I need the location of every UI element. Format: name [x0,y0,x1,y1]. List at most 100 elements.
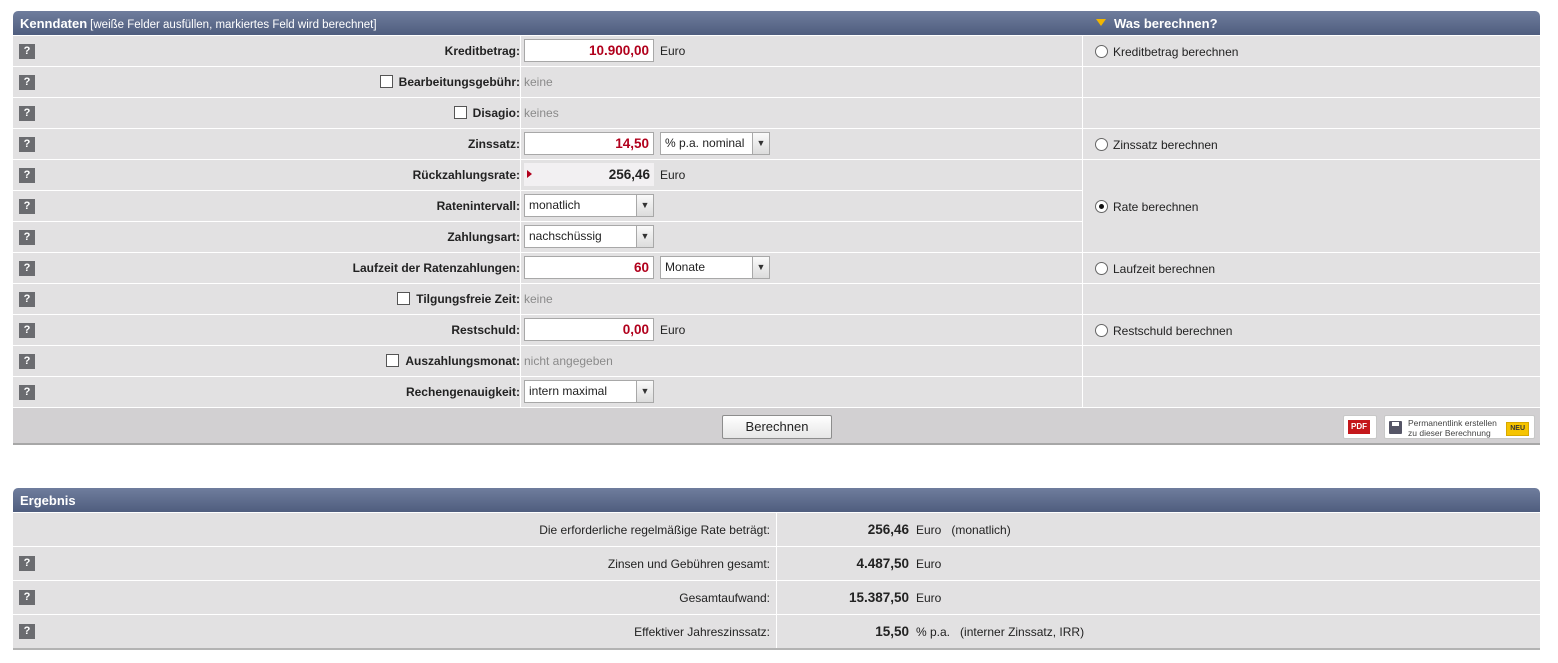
help-icon[interactable]: ? [19,292,35,307]
option-kreditbetrag-label[interactable]: Kreditbetrag berechnen [1113,45,1238,59]
option-laufzeit-label[interactable]: Laufzeit berechnen [1113,262,1215,276]
result-label-rate: Die erforderliche regelmäßige Rate beträ… [539,523,770,537]
option-empty [1083,67,1540,97]
permalink-text-line1: Permanentlink erstellen [1408,418,1497,428]
bearbeitungsgebuehr-value: keine [524,75,553,89]
radio-zinssatz[interactable] [1095,138,1108,151]
result-label-effektivzins: Effektiver Jahreszinssatz: [634,625,770,639]
label-disagio: Disagio: [472,106,520,120]
zinssatz-type-select[interactable]: % p.a. nominal ▼ [660,132,770,155]
help-icon[interactable]: ? [19,106,35,121]
label-auszahlungsmonat: Auszahlungsmonat: [405,354,520,368]
action-bar: Berechnen PDF Permanentlink erstellen zu… [13,407,1540,445]
unit-kreditbetrag: Euro [660,44,686,58]
label-kreditbetrag: Kreditbetrag: [444,44,520,58]
option-laufzeit[interactable]: Laufzeit berechnen [1083,253,1540,283]
radio-kreditbetrag[interactable] [1095,45,1108,58]
result-unit-gesamtaufwand: Euro [916,591,942,605]
help-icon[interactable]: ? [19,44,35,59]
ratenintervall-select[interactable]: monatlich ▼ [524,194,654,217]
label-ratenintervall: Ratenintervall: [436,199,520,213]
radio-laufzeit[interactable] [1095,262,1108,275]
ergebnis-bottom-border [13,648,1540,650]
result-label-gesamtaufwand: Gesamtaufwand: [679,591,770,605]
bearbeitungsgebuehr-checkbox[interactable] [379,75,393,88]
kenndaten-header: Kenndaten [weiße Felder ausfüllen, markie… [13,11,1540,35]
help-icon[interactable]: ? [19,323,35,338]
was-berechnen-header[interactable]: Was berechnen? [1096,16,1218,31]
help-icon[interactable]: ? [19,354,35,369]
berechnen-button[interactable]: Berechnen [722,415,832,439]
rechengenauigkeit-select[interactable]: intern maximal ▼ [524,380,654,403]
label-tilgungsfreie-zeit: Tilgungsfreie Zeit: [416,292,520,306]
triangle-down-icon [1096,19,1106,26]
tilgungsfreie-zeit-checkbox[interactable] [397,292,411,305]
option-empty [1083,346,1540,376]
chevron-down-icon[interactable]: ▼ [752,133,769,154]
result-value-rate: 256,46 [867,522,909,537]
option-kreditbetrag[interactable]: Kreditbetrag berechnen [1083,36,1540,66]
auszahlungsmonat-checkbox[interactable] [386,354,400,367]
chevron-down-icon[interactable]: ▼ [636,195,653,216]
label-rechengenauigkeit: Rechengenauigkeit: [405,385,520,399]
option-empty [1083,284,1540,314]
option-zinssatz[interactable]: Zinssatz berechnen [1083,129,1540,159]
permalink-button[interactable]: Permanentlink erstellen zu dieser Berech… [1384,415,1535,439]
result-unit-zinsen: Euro [916,557,942,571]
disagio-value: keines [524,106,559,120]
pdf-icon: PDF [1348,420,1370,434]
chevron-down-icon[interactable]: ▼ [636,381,653,402]
result-row-rate: Die erforderliche regelmäßige Rate beträ… [13,512,1540,546]
radio-restschuld[interactable] [1095,324,1108,337]
help-icon[interactable]: ? [19,137,35,152]
kreditbetrag-input[interactable]: 10.900,00 [524,39,654,62]
marker-arrow-icon [527,170,532,178]
chevron-down-icon[interactable]: ▼ [636,226,653,247]
label-restschuld: Restschuld: [451,323,520,337]
help-icon[interactable]: ? [19,168,35,183]
laufzeit-unit-select[interactable]: Monate ▼ [660,256,770,279]
pdf-button[interactable]: PDF [1343,415,1377,439]
option-rate-label[interactable]: Rate berechnen [1113,200,1198,214]
zahlungsart-select[interactable]: nachschüssig ▼ [524,225,654,248]
neu-badge: NEU [1506,422,1529,436]
help-icon[interactable]: ? [19,75,35,90]
save-disk-icon [1389,421,1402,434]
laufzeit-input[interactable]: 60 [524,256,654,279]
option-restschuld-label[interactable]: Restschuld berechnen [1113,324,1232,338]
option-rate[interactable]: Rate berechnen [1083,160,1540,252]
option-empty [1083,98,1540,128]
option-zinssatz-label[interactable]: Zinssatz berechnen [1113,138,1218,152]
help-icon[interactable]: ? [19,385,35,400]
disagio-checkbox[interactable] [453,106,467,119]
kenndaten-panel: Kenndaten [weiße Felder ausfüllen, markie… [13,11,1540,445]
result-value-gesamtaufwand: 15.387,50 [848,590,909,605]
radio-rate[interactable] [1095,200,1108,213]
result-label-zinsen: Zinsen und Gebühren gesamt: [607,557,770,571]
restschuld-input[interactable]: 0,00 [524,318,654,341]
chevron-down-icon[interactable]: ▼ [752,257,769,278]
option-restschuld[interactable]: Restschuld berechnen [1083,315,1540,345]
label-rueckzahlungsrate: Rückzahlungsrate: [412,168,520,182]
help-icon[interactable]: ? [19,556,35,571]
ergebnis-panel: Ergebnis Die erforderliche regelmäßige R… [13,488,1540,650]
label-zinssatz: Zinssatz: [467,137,520,151]
unit-rueckzahlungsrate: Euro [660,168,686,182]
result-row-effektivzins: ? Effektiver Jahreszinssatz: 15,50 % p.a… [13,614,1540,648]
result-unit-effektivzins: % p.a. (interner Zinssatz, IRR) [916,625,1085,639]
kenndaten-subtitle: [weiße Felder ausfüllen, markiertes Feld… [90,19,377,31]
auszahlungsmonat-value: nicht angegeben [524,354,613,368]
label-bearbeitungsgebuehr: Bearbeitungsgebühr: [398,75,520,89]
result-row-zinsen: ? Zinsen und Gebühren gesamt: 4.487,50 E… [13,546,1540,580]
ergebnis-header: Ergebnis [13,488,1540,512]
result-value-zinsen: 4.487,50 [856,556,909,571]
help-icon[interactable]: ? [19,230,35,245]
help-icon[interactable]: ? [19,590,35,605]
zinssatz-input[interactable]: 14,50 [524,132,654,155]
help-icon[interactable]: ? [19,261,35,276]
help-icon[interactable]: ? [19,624,35,639]
option-empty [1083,377,1540,407]
help-icon[interactable]: ? [19,199,35,214]
label-zahlungsart: Zahlungsart: [447,230,520,244]
permalink-text-line2: zu dieser Berechnung [1408,428,1491,438]
